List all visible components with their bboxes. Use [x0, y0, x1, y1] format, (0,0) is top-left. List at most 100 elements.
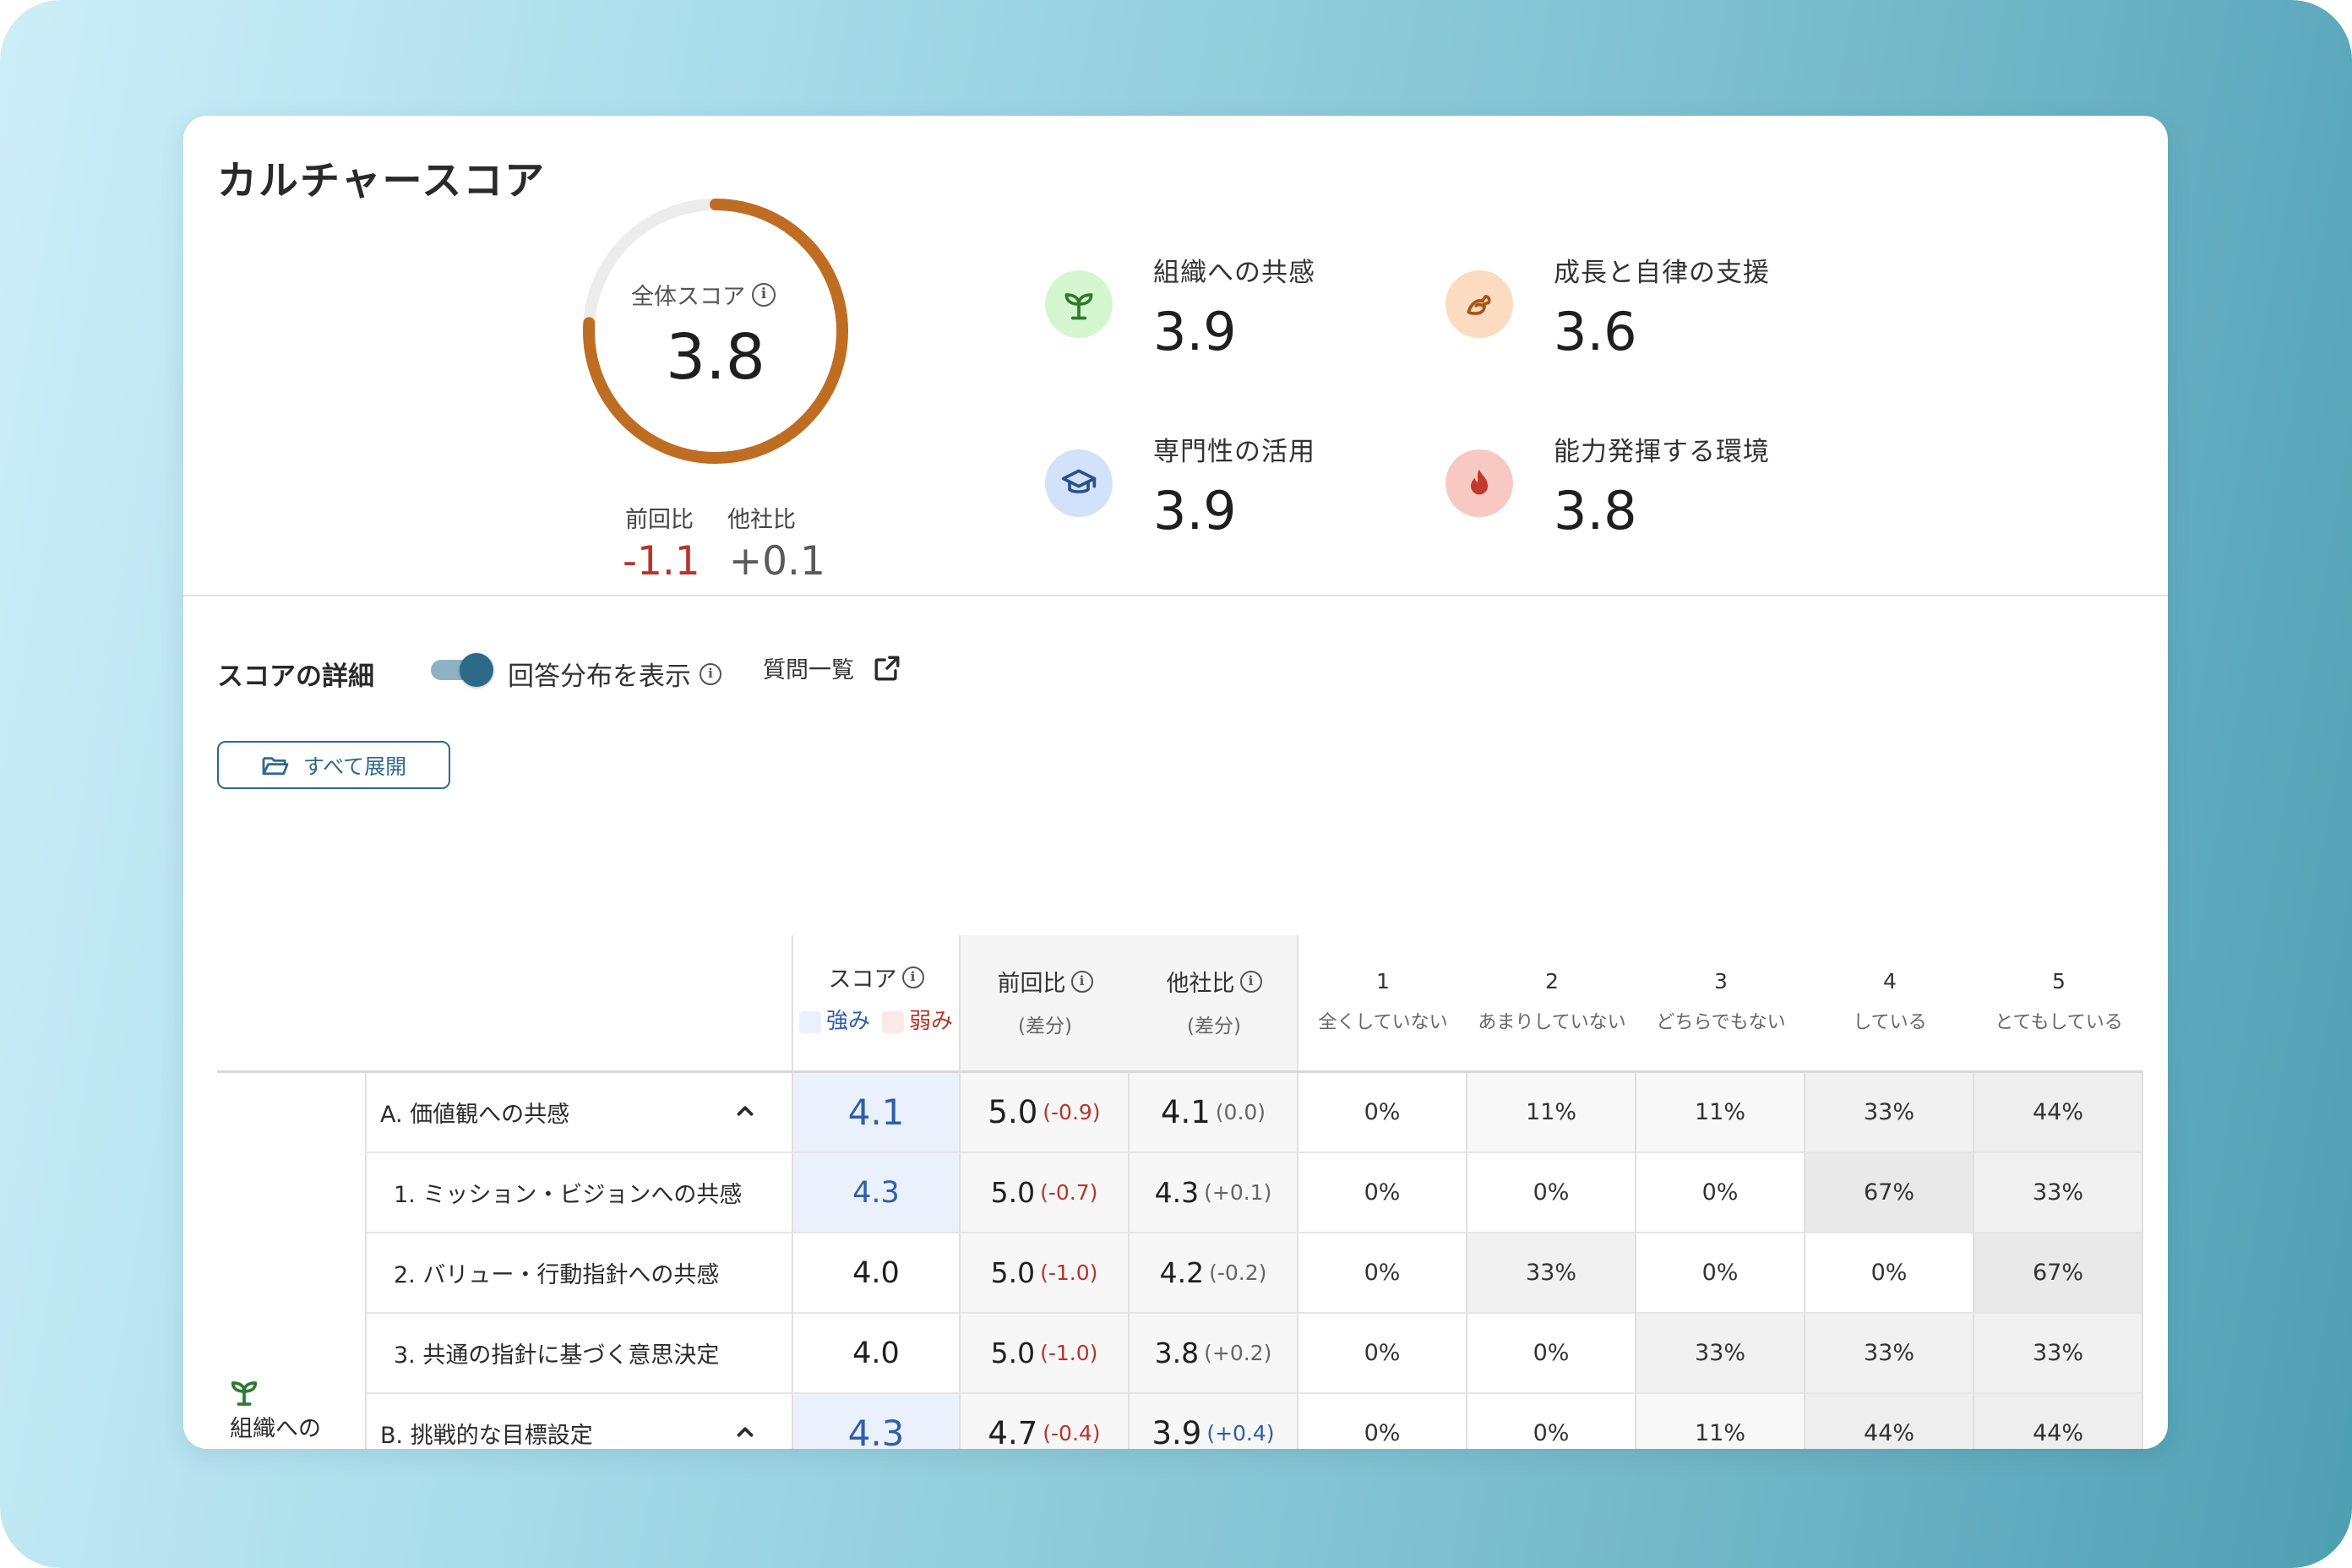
distribution-cell: 0%: [1298, 1073, 1467, 1153]
dist-header-number: 5: [2052, 969, 2066, 994]
other-cell: 4.2 (-0.2): [1130, 1233, 1298, 1314]
score-cell: 4.3: [792, 1394, 961, 1449]
toggle-knob[interactable]: [460, 653, 493, 687]
prev-diff: (-0.4): [1043, 1421, 1101, 1446]
dist-header-number: 4: [1883, 969, 1897, 994]
info-icon[interactable]: i: [901, 966, 924, 988]
distribution-cell: 67%: [1805, 1153, 1974, 1233]
other-diff: (0.0): [1215, 1100, 1266, 1124]
page-title: カルチャースコア: [217, 158, 547, 204]
distribution-cell: 0%: [1636, 1153, 1805, 1233]
question-row-label: 3. 共通の指針に基づく意思決定: [365, 1314, 792, 1394]
score-column-header: スコア i 強み 弱み: [792, 961, 961, 1035]
other-value: 4.2: [1159, 1256, 1205, 1289]
divider: [183, 595, 2168, 596]
category-label: 成長と自律の支援: [1554, 258, 1770, 288]
chevron-up-icon[interactable]: [732, 1419, 758, 1449]
distribution-cell: 11%: [1467, 1073, 1636, 1153]
prev-diff: (-0.7): [1040, 1180, 1098, 1205]
other-cell: 3.9 (+0.4): [1130, 1394, 1298, 1449]
row-label-text: 1. ミッション・ビジョンへの共感: [394, 1182, 743, 1208]
dist-header-number: 3: [1714, 969, 1728, 994]
category-tile-empathy: 組織への共感 3.9: [1045, 251, 1315, 362]
diff-sub-label: (差分): [1187, 1015, 1241, 1037]
table-side-label: 組織への: [230, 1416, 321, 1442]
info-icon[interactable]: i: [1070, 970, 1093, 993]
overall-score-label-text: 全体スコア: [631, 284, 745, 310]
dist-header-number: 2: [1545, 969, 1559, 994]
prev-value: 4.7: [988, 1415, 1038, 1449]
group-row-label[interactable]: A. 価値観への共感: [365, 1073, 792, 1153]
distribution-cell: 33%: [1974, 1153, 2143, 1233]
category-tile-growth: 成長と自律の支援 3.6: [1446, 251, 1770, 362]
external-link-icon: [874, 656, 900, 680]
expand-all-label: すべて展開: [302, 754, 407, 779]
category-value: 3.8: [1554, 480, 1637, 542]
distribution-cell: 44%: [1974, 1394, 2143, 1449]
dist-header-number: 1: [1376, 969, 1390, 994]
prev-value: 5.0: [990, 1337, 1036, 1369]
other-diff: (-0.2): [1209, 1260, 1267, 1285]
prev-cell: 5.0 (-1.0): [961, 1314, 1130, 1394]
dist-column-header: 2 あまりしていない: [1467, 969, 1636, 1034]
distribution-cell: 33%: [1636, 1314, 1805, 1394]
dist-column-header: 1 全くしていない: [1298, 969, 1467, 1034]
info-icon[interactable]: i: [752, 282, 776, 307]
chevron-up-icon[interactable]: [732, 1098, 758, 1130]
prev-compare-label: 前回比: [625, 507, 694, 533]
score-cell: 4.0: [792, 1314, 961, 1394]
distribution-cell: 0%: [1298, 1314, 1467, 1394]
sprout-icon: [227, 1375, 261, 1412]
score-value: 4.0: [852, 1255, 900, 1290]
distribution-cell: 67%: [1974, 1233, 2143, 1314]
category-value: 3.6: [1554, 301, 1637, 362]
distribution-cell: 33%: [1467, 1233, 1636, 1314]
background: カルチャースコア 全体スコア i 3.8 前回比 他社比 -1.1 +0.1 組…: [0, 0, 2352, 1568]
comparison-values: -1.1 +0.1: [623, 538, 825, 585]
overall-score-label: 全体スコア i: [631, 278, 776, 311]
prev-cell: 5.0 (-1.0): [961, 1233, 1130, 1314]
prev-value: 5.0: [990, 1176, 1036, 1209]
score-value: 4.3: [847, 1413, 905, 1449]
question-row-label: 2. バリュー・行動指針への共感: [365, 1233, 792, 1314]
score-cell: 4.3: [792, 1153, 961, 1233]
other-cell: 3.8 (+0.2): [1130, 1314, 1298, 1394]
distribution-cell: 44%: [1805, 1394, 1974, 1449]
other-cell: 4.3 (+0.1): [1130, 1153, 1298, 1233]
other-diff: (+0.2): [1204, 1341, 1272, 1365]
toggle-label: 回答分布を表示 i: [508, 655, 721, 693]
distribution-cell: 11%: [1636, 1073, 1805, 1153]
other-compare-label: 他社比: [727, 507, 796, 533]
dist-header-label: とてもしている: [1995, 1012, 2123, 1033]
other-header-label: 他社比: [1166, 971, 1235, 997]
other-diff: (+0.1): [1204, 1180, 1272, 1205]
prev-value: 5.0: [990, 1256, 1036, 1289]
overall-score-value: 3.8: [666, 321, 765, 394]
info-icon[interactable]: i: [1239, 970, 1262, 993]
score-value: 4.1: [847, 1092, 905, 1133]
category-label: 専門性の活用: [1153, 437, 1315, 467]
strong-legend-label: 強み: [825, 1009, 870, 1034]
culture-score-card: カルチャースコア 全体スコア i 3.8 前回比 他社比 -1.1 +0.1 組…: [183, 116, 2168, 1449]
weak-legend: 弱み: [882, 1004, 953, 1035]
muscle-icon: [1446, 270, 1513, 338]
prev-diff: (-0.9): [1043, 1100, 1101, 1124]
weak-legend-label: 弱み: [909, 1009, 954, 1034]
question-list-link[interactable]: 質問一覧: [763, 651, 901, 684]
expand-all-button[interactable]: すべて展開: [217, 741, 450, 789]
distribution-toggle[interactable]: [431, 653, 493, 687]
info-icon[interactable]: i: [700, 662, 721, 685]
score-cell: 4.1: [792, 1073, 961, 1153]
distribution-cell: 0%: [1467, 1314, 1636, 1394]
distribution-cell: 11%: [1636, 1394, 1805, 1449]
distribution-cell: 0%: [1805, 1233, 1974, 1314]
distribution-cell: 0%: [1298, 1153, 1467, 1233]
prev-column-header: 前回比 i (差分): [961, 965, 1130, 1038]
group-row-label[interactable]: B. 挑戦的な目標設定: [365, 1394, 792, 1449]
prev-diff-value: -1.1: [623, 538, 700, 585]
distribution-cell: 44%: [1974, 1073, 2143, 1153]
question-row-label: 1. ミッション・ビジョンへの共感: [365, 1153, 792, 1233]
dist-header-label: どちらでもない: [1656, 1012, 1786, 1033]
row-label-text: 2. バリュー・行動指針への共感: [394, 1262, 720, 1288]
category-tile-environment: 能力発揮する環境 3.8: [1446, 430, 1770, 542]
